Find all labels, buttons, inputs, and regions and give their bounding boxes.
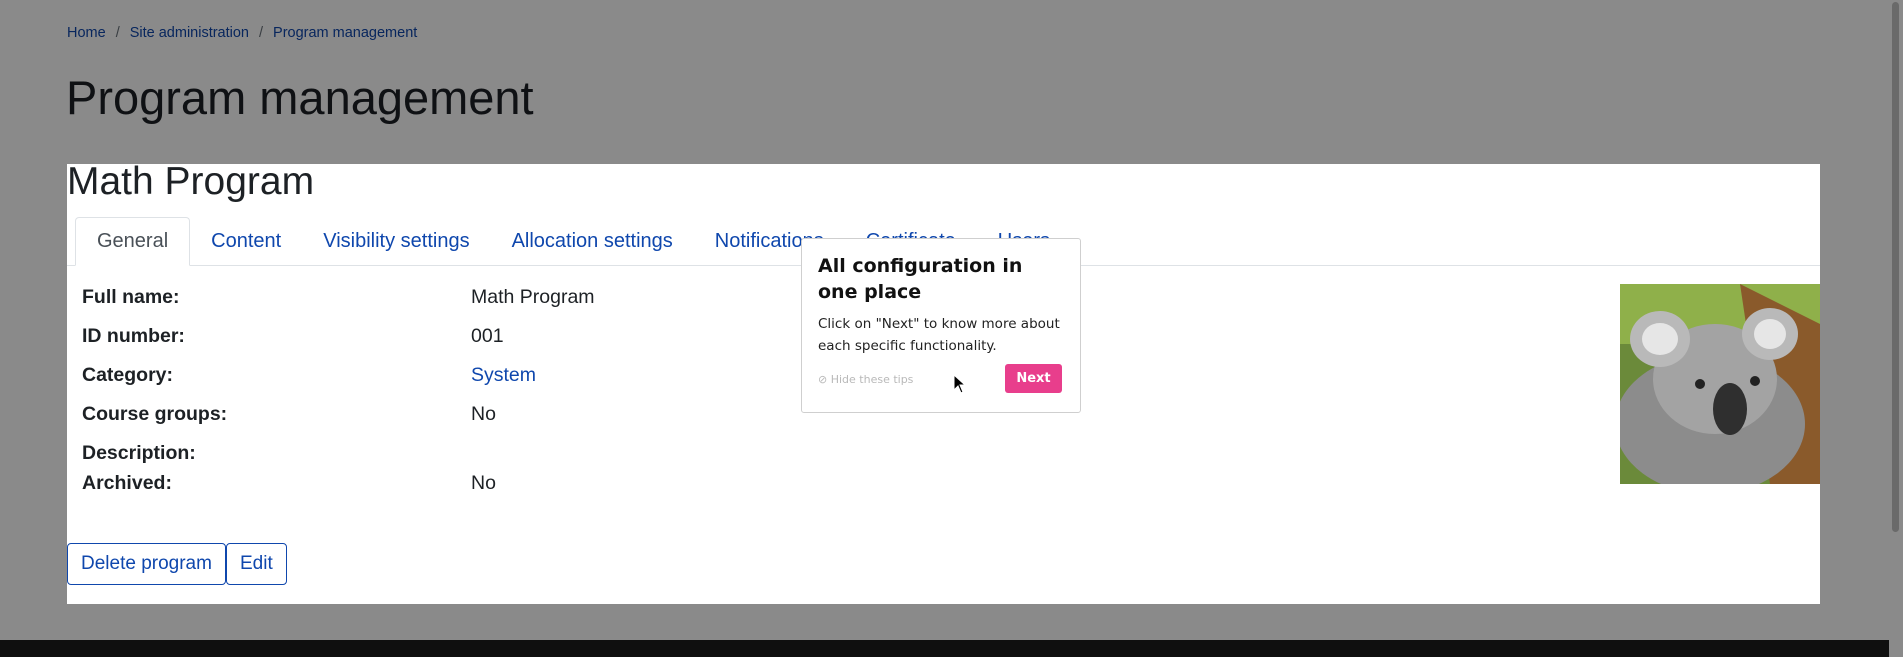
koala-image: [1620, 284, 1820, 484]
field-label: Archived:: [82, 472, 172, 494]
hide-tips-link[interactable]: ⊘ Hide these tips: [818, 373, 913, 386]
program-image-svg: [1620, 284, 1820, 484]
field-value: No: [471, 472, 496, 494]
category-link[interactable]: System: [471, 364, 536, 387]
field-label: Course groups:: [82, 403, 228, 425]
delete-program-button[interactable]: Delete program: [67, 543, 226, 585]
field-label: ID number:: [82, 325, 185, 347]
scrollbar[interactable]: [1889, 0, 1903, 657]
field-value: Math Program: [471, 286, 595, 308]
edit-button[interactable]: Edit: [226, 543, 287, 585]
field-label: Description:: [82, 442, 196, 464]
tab-allocation-settings[interactable]: Allocation settings: [491, 217, 694, 265]
tour-popover: All configuration in one place Click on …: [801, 238, 1081, 413]
mouse-cursor-icon: [953, 373, 967, 399]
program-title: Math Program: [67, 160, 315, 203]
tour-next-button[interactable]: Next: [1005, 364, 1062, 393]
scrollbar-thumb[interactable]: [1892, 2, 1899, 532]
field-label: Category:: [82, 364, 174, 386]
field-value: 001: [471, 325, 504, 347]
field-value: No: [471, 403, 496, 425]
tab-visibility-settings[interactable]: Visibility settings: [302, 217, 490, 265]
tour-title: All configuration in one place: [818, 255, 1023, 303]
tour-body: Click on "Next" to know more about each …: [818, 316, 1060, 354]
tab-general[interactable]: General: [75, 217, 191, 266]
tab-content[interactable]: Content: [190, 217, 302, 265]
field-label: Full name:: [82, 286, 180, 308]
